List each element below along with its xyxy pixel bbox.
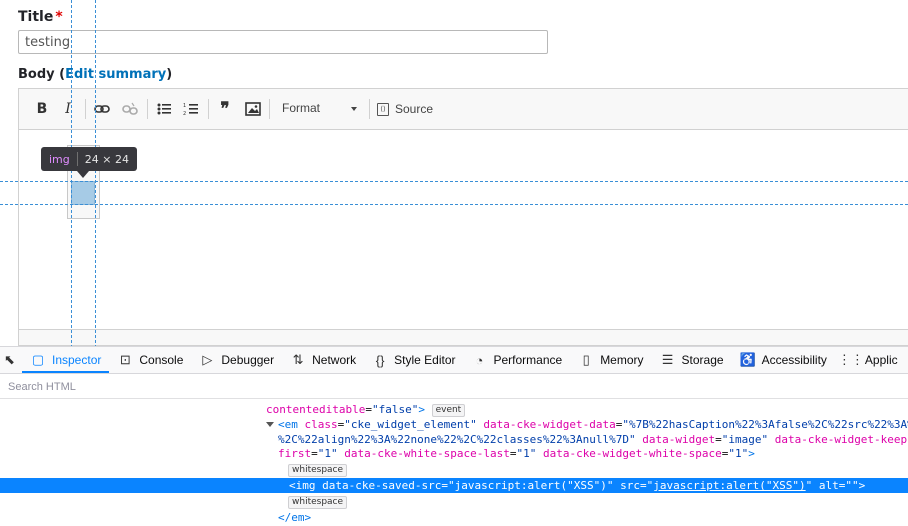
toolbar-separator [85,99,86,119]
element-picker-button[interactable]: ⬉ [0,347,22,373]
required-mark: * [55,9,63,25]
body-editor[interactable]: B I 12 ❞ Format ⟨⟩ Source [18,88,908,346]
network-icon: ⇅ [292,352,304,367]
bulleted-list-icon [157,103,171,115]
tooltip-divider [76,152,78,166]
markup-line[interactable]: contenteditable="false"> event [0,402,908,417]
whitespace-badge: whitespace [288,496,348,509]
selected-markup-line[interactable]: <img data-cke-saved-src="javascript:aler… [0,478,908,493]
tab-accessibility[interactable]: ♿ Accessibility [732,347,835,373]
tab-application[interactable]: ⋮⋮ Applic [835,347,906,373]
markup-view: contenteditable="false"> event <em class… [0,400,908,526]
inspector-icon: ▢ [31,352,45,367]
italic-button[interactable]: I [59,99,77,119]
devtools-tabbar: ⬉ ▢ Inspector ⊡ Console ▷ Debugger ⇅ Network… [0,346,908,374]
tab-performance[interactable]: ◔ Performance [463,347,570,373]
guide-line-right [95,0,96,348]
tab-inspector[interactable]: ▢ Inspector [22,347,110,373]
toolbar-separator [208,99,209,119]
format-dropdown[interactable]: Format [271,97,363,121]
blockquote-button[interactable]: ❞ [215,99,235,119]
italic-icon: I [65,101,71,117]
source-icon: ⟨⟩ [377,102,389,116]
title-input-value: testing [25,35,71,50]
markup-line[interactable]: <em class="cke_widget_element" data-cke-… [0,417,908,432]
source-label: Source [395,102,434,116]
style-editor-icon: {} [375,352,385,368]
numbered-list-icon: 12 [183,103,198,117]
edit-summary-link[interactable]: Edit summary [65,67,166,82]
tooltip-tag: img [49,152,70,166]
markup-line[interactable]: first="1" data-cke-white-space-last="1" … [0,446,908,461]
svg-text:2: 2 [183,111,186,117]
editor-bottom-bar [19,329,908,345]
accessibility-icon: ♿ [739,352,756,367]
markup-line[interactable]: whitespace [0,494,908,509]
debugger-icon: ▷ [202,352,213,367]
markup-line[interactable]: %2C%22align%22%3A%22none%22%2C%22classes… [0,432,908,447]
image-icon [245,102,261,116]
toolbar-separator [147,99,148,119]
markup-line[interactable]: whitespace [0,462,908,477]
tab-memory[interactable]: ▯ Memory [570,347,651,373]
tab-debugger[interactable]: ▷ Debugger [191,347,282,373]
tab-style-editor[interactable]: {} Style Editor [364,347,463,373]
application-icon: ⋮⋮ [837,352,864,367]
tab-storage[interactable]: ☰ Storage [652,347,732,373]
bulleted-list-button[interactable] [154,99,174,119]
title-input[interactable]: testing [18,30,548,54]
bold-icon: B [36,101,48,117]
guide-line-left [71,0,72,348]
format-label: Format [282,101,321,115]
chevron-down-icon [351,107,357,111]
blockquote-icon: ❞ [220,99,230,119]
expand-triangle-icon[interactable] [266,422,274,427]
toolbar-separator [269,99,270,119]
unlink-icon [122,102,138,115]
svg-text:1: 1 [183,103,186,109]
unlink-button[interactable] [120,99,140,119]
source-button[interactable]: ⟨⟩ Source [377,98,433,120]
editor-toolbar: B I 12 ❞ Format ⟨⟩ Source [19,89,908,130]
toolbar-separator [369,99,370,119]
tab-network[interactable]: ⇅ Network [282,347,364,373]
console-icon: ⊡ [119,352,131,367]
numbered-list-button[interactable]: 12 [181,99,201,119]
search-html-placeholder: Search HTML [8,380,76,393]
src-link[interactable]: javascript:alert("XSS") [653,479,805,492]
tooltip-dimensions: 24 × 24 [84,152,129,166]
search-html-input[interactable]: Search HTML [0,375,908,399]
guide-line-bottom [0,204,908,205]
bold-button[interactable]: B [33,99,51,119]
tab-console[interactable]: ⊡ Console [109,347,191,373]
highlighted-image[interactable] [71,181,95,205]
storage-icon: ☰ [661,352,674,367]
element-tooltip: img 24 × 24 [41,147,137,171]
performance-icon: ◔ [475,352,484,368]
memory-icon: ▯ [582,352,590,367]
whitespace-badge: whitespace [288,464,348,477]
markup-line[interactable]: </em> [0,510,908,525]
picker-icon: ⬉ [4,352,15,367]
guide-line-top [0,181,908,182]
title-label: Title * [18,9,63,25]
event-badge[interactable]: event [431,404,466,417]
image-button[interactable] [243,99,263,119]
tooltip-arrow [77,171,89,178]
link-icon [94,105,110,113]
